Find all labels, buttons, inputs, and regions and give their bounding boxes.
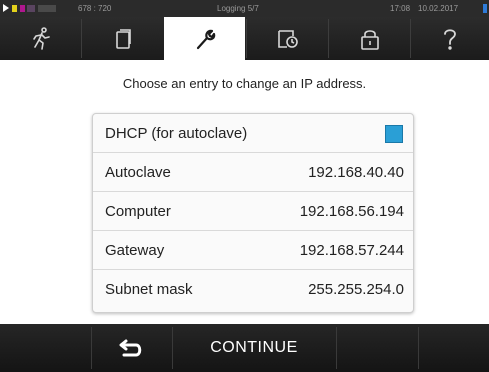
list-item-value: 192.168.56.194	[299, 203, 404, 220]
status-indicator-magenta	[20, 5, 25, 12]
list-item-label: Autoclave	[105, 164, 171, 181]
padlock-icon	[360, 29, 379, 50]
status-bar: 678 : 720 Logging 5/7 17:08 10.02.2017	[0, 0, 489, 17]
tab-logging[interactable]	[247, 17, 328, 60]
list-item-value: 255.255.254.0	[308, 281, 404, 298]
tab-setup[interactable]	[164, 17, 245, 60]
dhcp-label: DHCP (for autoclave)	[105, 125, 248, 142]
running-person-icon	[32, 26, 50, 50]
tab-documents[interactable]	[82, 17, 163, 60]
list-item-label: Computer	[105, 203, 171, 220]
wrench-icon	[196, 29, 215, 49]
tab-program-start[interactable]	[0, 17, 81, 60]
status-indicator-blue	[483, 4, 487, 13]
top-toolbar	[0, 17, 489, 60]
list-item-subnet-mask[interactable]: Subnet mask 255.255.254.0	[93, 270, 413, 308]
status-logging: Logging 5/7	[217, 4, 259, 13]
dhcp-checkbox[interactable]	[385, 125, 403, 143]
help-icon	[444, 28, 456, 50]
instruction-text: Choose an entry to change an IP address.	[122, 76, 367, 91]
list-item-value: 192.168.57.244	[299, 242, 404, 259]
continue-button[interactable]: CONTINUE	[172, 324, 336, 372]
list-item-label: Gateway	[105, 242, 165, 259]
dhcp-row[interactable]: DHCP (for autoclave)	[93, 114, 413, 153]
document-icon	[115, 28, 131, 49]
status-date: 10.02.2017	[418, 4, 459, 13]
list-item-computer[interactable]: Computer 192.168.56.194	[93, 192, 413, 231]
status-time: 17:08	[390, 4, 411, 13]
status-indicator-yellow	[12, 5, 17, 12]
status-indicator-grey	[38, 5, 56, 12]
list-item-autoclave[interactable]: Autoclave 192.168.40.40	[93, 153, 413, 192]
bottom-bar: CONTINUE	[0, 324, 489, 372]
clipboard-clock-icon	[277, 29, 298, 48]
ip-settings-list: DHCP (for autoclave) Autoclave 192.168.4…	[92, 113, 414, 313]
play-icon	[3, 4, 9, 12]
back-button[interactable]	[92, 324, 172, 372]
list-item-value: 192.168.40.40	[308, 164, 404, 181]
status-coords: 678 : 720	[78, 4, 112, 13]
back-arrow-icon	[119, 339, 142, 357]
tab-lock[interactable]	[329, 17, 410, 60]
status-indicator-dark	[27, 5, 35, 12]
list-item-gateway[interactable]: Gateway 192.168.57.244	[93, 231, 413, 270]
tab-help[interactable]	[411, 17, 489, 60]
list-item-label: Subnet mask	[105, 281, 193, 298]
